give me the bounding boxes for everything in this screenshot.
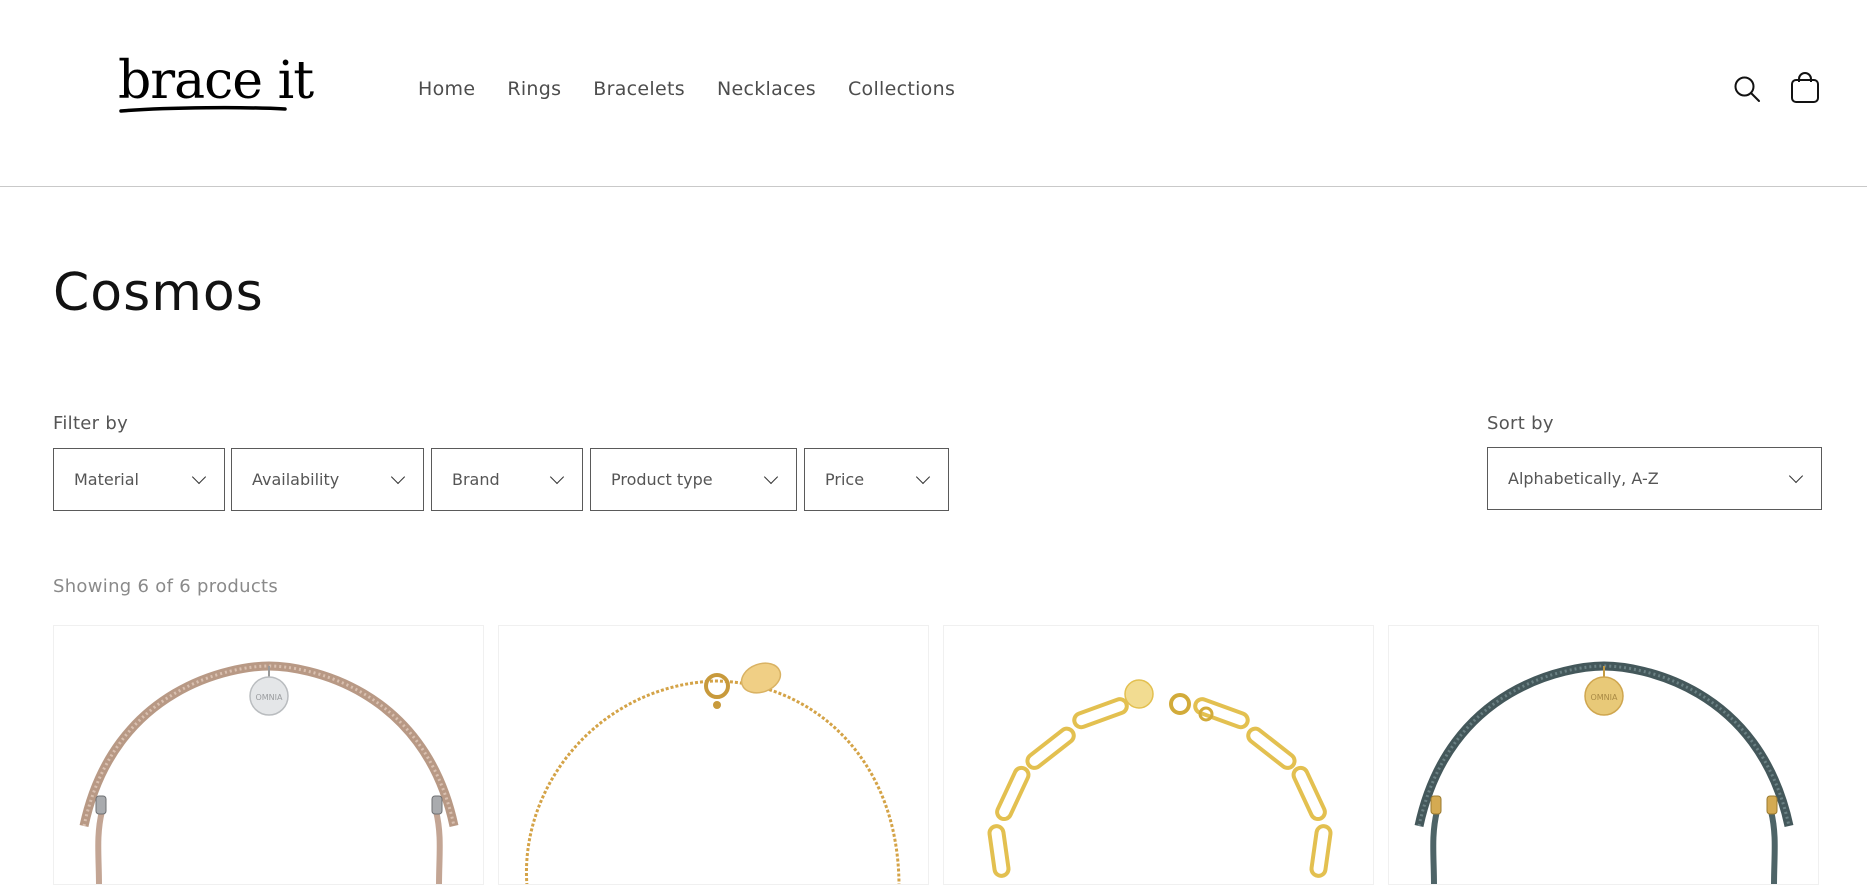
product-card[interactable] <box>498 625 929 885</box>
chevron-down-icon <box>191 469 207 484</box>
product-tag-text: OMNIA <box>1590 693 1618 702</box>
chevron-down-icon <box>1788 468 1804 483</box>
product-card[interactable] <box>943 625 1374 885</box>
filter-product-type[interactable]: Product type <box>590 448 797 511</box>
chevron-down-icon <box>763 469 779 484</box>
product-image <box>524 662 901 884</box>
sort-select[interactable]: Alphabetically, A-Z <box>1487 447 1822 510</box>
nav-bracelets[interactable]: Bracelets <box>577 74 701 104</box>
main-nav: Home Rings Bracelets Necklaces Collectio… <box>402 74 971 104</box>
filter-brand-label: Brand <box>452 470 500 489</box>
filter-by-label: Filter by <box>53 413 129 434</box>
filter-material[interactable]: Material <box>53 448 225 511</box>
site-header: brace it Home Rings Bracelets Necklaces … <box>0 0 1867 187</box>
product-card[interactable]: OMNIA <box>53 625 484 885</box>
filter-price[interactable]: Price <box>804 448 949 511</box>
filter-availability[interactable]: Availability <box>231 448 424 511</box>
sort-value: Alphabetically, A-Z <box>1508 469 1659 488</box>
cart-button[interactable] <box>1788 71 1822 105</box>
filter-product-type-label: Product type <box>611 470 713 489</box>
nav-necklaces[interactable]: Necklaces <box>701 74 832 104</box>
chevron-down-icon <box>915 469 931 484</box>
nav-rings[interactable]: Rings <box>491 74 577 104</box>
product-tag-text: OMNIA <box>255 693 283 702</box>
nav-home[interactable]: Home <box>402 74 491 104</box>
product-image: OMNIA <box>1414 661 1794 884</box>
sort-by-label: Sort by <box>1487 413 1554 434</box>
brand-logo[interactable]: brace it <box>118 48 314 124</box>
nav-collections[interactable]: Collections <box>832 74 971 104</box>
bag-icon <box>1791 72 1819 103</box>
product-image: OMNIA <box>79 661 459 884</box>
filter-availability-label: Availability <box>252 470 340 489</box>
search-button[interactable] <box>1730 72 1764 106</box>
filter-brand[interactable]: Brand <box>431 448 583 511</box>
chevron-down-icon <box>549 469 565 484</box>
collection-title: Cosmos <box>53 263 264 323</box>
product-image <box>987 679 1333 878</box>
search-icon <box>1734 76 1760 102</box>
chevron-down-icon <box>390 469 406 484</box>
filter-price-label: Price <box>825 470 865 489</box>
logo-underline <box>119 105 287 113</box>
product-card[interactable]: OMNIA <box>1388 625 1819 885</box>
filter-material-label: Material <box>74 470 139 489</box>
product-count: Showing 6 of 6 products <box>53 576 279 597</box>
